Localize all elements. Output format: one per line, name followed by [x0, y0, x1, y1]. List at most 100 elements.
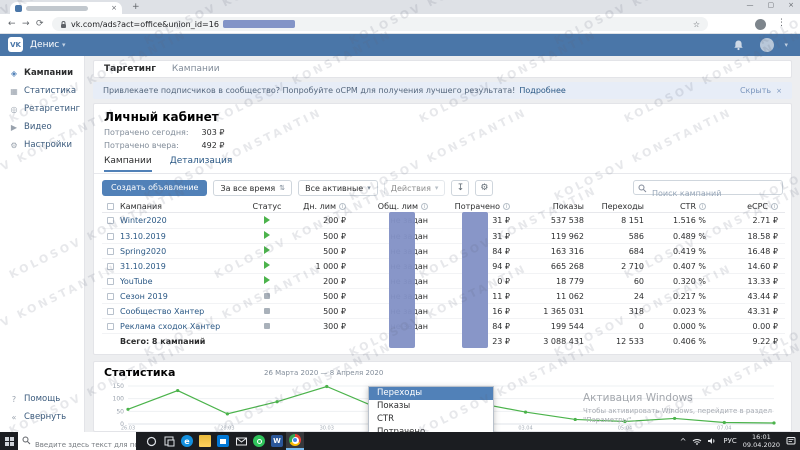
filter-dropdown[interactable]: Все активные ▾ — [298, 180, 378, 196]
window-minimize-icon[interactable]: — — [747, 1, 754, 9]
browser-menu-icon[interactable]: ⋮ — [777, 18, 786, 28]
chrome-button[interactable] — [286, 432, 304, 450]
start-button[interactable] — [0, 432, 18, 450]
column-header-impressions[interactable]: Показы — [516, 202, 590, 211]
notifications-bell-icon[interactable] — [733, 39, 744, 51]
create-ad-button[interactable]: Создать объявление — [102, 180, 208, 196]
sidebar-item-collapse[interactable]: « Свернуть — [0, 408, 84, 426]
chart-metric-option[interactable]: Показы — [369, 400, 493, 413]
campaign-search-input[interactable] — [634, 187, 782, 200]
column-header-total[interactable]: Общ. лим i — [352, 202, 434, 211]
campaign-name-link[interactable]: Winter2020 — [120, 216, 167, 225]
column-header-daily[interactable]: Дн. лим i — [290, 202, 352, 211]
sidebar-item-statistics[interactable]: ▦ Статистика — [0, 82, 84, 100]
daily-limit-value[interactable]: 300 ₽ — [290, 322, 352, 331]
edge-button[interactable]: e — [178, 432, 196, 450]
daily-limit-value[interactable]: 500 ₽ — [290, 247, 352, 256]
word-icon: W — [271, 435, 283, 447]
user-avatar[interactable] — [760, 38, 774, 52]
action-center-icon[interactable] — [786, 436, 796, 446]
row-checkbox[interactable] — [106, 262, 114, 270]
column-header-clicks[interactable]: Переходы — [590, 202, 650, 211]
column-header-ctr[interactable]: CTR i — [650, 202, 712, 211]
window-maximize-icon[interactable]: ▢ — [768, 1, 775, 9]
user-menu-caret-icon[interactable]: ▾ — [784, 41, 788, 49]
daily-limit-value[interactable]: 200 ₽ — [290, 216, 352, 225]
task-view-button[interactable] — [160, 432, 178, 450]
daily-limit-value[interactable]: 500 ₽ — [290, 307, 352, 316]
campaign-name-link[interactable]: Сообщество Хантер — [120, 307, 204, 316]
sidebar-item-campaigns[interactable]: ◈ Кампании — [0, 64, 84, 82]
campaign-name-link[interactable]: 31.10.2019 — [120, 262, 166, 271]
tray-chevron-icon[interactable]: ^ — [680, 437, 687, 446]
campaign-name-link[interactable]: Сезон 2019 — [120, 292, 168, 301]
explorer-button[interactable] — [196, 432, 214, 450]
svg-text:07.04: 07.04 — [717, 426, 731, 431]
row-checkbox[interactable] — [106, 232, 114, 240]
account-name[interactable]: Денис — [30, 40, 59, 50]
browser-tab[interactable]: × — [10, 2, 122, 14]
whatsapp-button[interactable] — [250, 432, 268, 450]
taskbar-search-input[interactable] — [18, 436, 136, 450]
export-button[interactable]: ↧ — [451, 180, 470, 196]
bookmark-star-icon[interactable]: ☆ — [693, 20, 700, 29]
campaign-name-link[interactable]: 13.10.2019 — [120, 232, 166, 241]
mail-button[interactable] — [232, 432, 250, 450]
reload-icon[interactable]: ⟳ — [36, 18, 44, 30]
word-button[interactable]: W — [268, 432, 286, 450]
window-close-icon[interactable]: × — [788, 1, 794, 9]
select-all-checkbox[interactable] — [106, 202, 114, 210]
daily-limit-value[interactable]: 200 ₽ — [290, 277, 352, 286]
banner-hide-link[interactable]: Скрыть — [740, 86, 771, 95]
breadcrumb: Таргетинг Кампании — [93, 60, 792, 78]
row-checkbox[interactable] — [106, 292, 114, 300]
campaign-name-link[interactable]: Реклама сходок Хантер — [120, 322, 220, 331]
clicks-value: 24 — [633, 291, 644, 301]
row-checkbox[interactable] — [106, 307, 114, 315]
tab-details[interactable]: Детализация — [170, 156, 233, 172]
campaign-name-link[interactable]: YouTube — [120, 277, 153, 286]
breadcrumb-section[interactable]: Таргетинг — [104, 64, 156, 74]
table-settings-button[interactable]: ⚙ — [475, 180, 494, 196]
sidebar-item-settings[interactable]: ⚙ Настройки — [0, 136, 84, 154]
chart-metric-option[interactable]: Переходы — [369, 387, 493, 400]
breadcrumb-current[interactable]: Кампании — [172, 64, 220, 74]
sidebar-item-retargeting[interactable]: ◎ Ретаргетинг — [0, 100, 84, 118]
store-button[interactable] — [214, 432, 232, 450]
column-header-ecpc[interactable]: eCPC i — [712, 202, 784, 211]
volume-icon[interactable] — [708, 437, 717, 445]
browser-profile-avatar[interactable] — [755, 19, 766, 30]
campaign-name-link[interactable]: Spring2020 — [120, 247, 166, 256]
sidebar-item-video[interactable]: ▶ Видео — [0, 118, 84, 136]
banner-more-link[interactable]: Подробнее — [519, 86, 565, 95]
clock[interactable]: 16:01 09.04.2020 — [743, 433, 780, 449]
cortana-button[interactable] — [142, 432, 160, 450]
ctr-value: 0.407 % — [672, 261, 706, 271]
back-icon[interactable]: ← — [8, 18, 16, 30]
chart-metric-option[interactable]: CTR — [369, 413, 493, 426]
banner-close-icon[interactable]: × — [776, 87, 782, 95]
row-checkbox[interactable] — [106, 277, 114, 285]
daily-limit-value[interactable]: 1 000 ₽ — [290, 262, 352, 271]
tab-close-icon[interactable]: × — [111, 4, 117, 12]
row-checkbox[interactable] — [106, 322, 114, 330]
daily-limit-value[interactable]: 500 ₽ — [290, 232, 352, 241]
svg-text:05.04: 05.04 — [618, 426, 632, 431]
column-header-name[interactable]: Кампания — [118, 202, 244, 211]
wifi-icon[interactable] — [692, 437, 702, 445]
url-field[interactable]: vk.com/ads?act=office&union_id=16 ☆ — [52, 17, 708, 31]
row-checkbox[interactable] — [106, 247, 114, 255]
row-checkbox[interactable] — [106, 217, 114, 224]
period-dropdown[interactable]: За все время ⇅ — [213, 180, 293, 196]
language-indicator[interactable]: РУС — [723, 437, 736, 445]
column-header-spent[interactable]: Потрачено i — [434, 202, 516, 211]
new-tab-icon[interactable]: + — [132, 2, 140, 12]
column-header-status[interactable]: Статус — [244, 202, 290, 211]
forward-icon[interactable]: → — [22, 18, 30, 30]
tab-campaigns[interactable]: Кампании — [104, 156, 152, 172]
sidebar-item-help[interactable]: ? Помощь — [0, 390, 84, 408]
actions-dropdown[interactable]: Действия ▾ — [383, 180, 446, 196]
daily-limit-value[interactable]: 500 ₽ — [290, 292, 352, 301]
chart-date-range[interactable]: 26 Марта 2020 — 8 Апреля 2020 — [264, 369, 383, 377]
vk-logo[interactable]: VK — [8, 37, 23, 52]
